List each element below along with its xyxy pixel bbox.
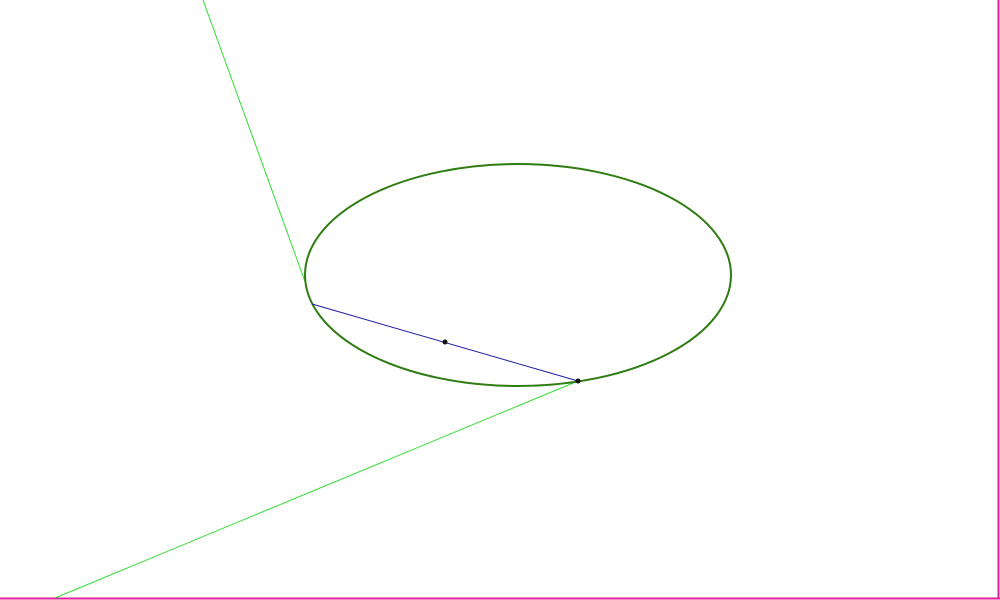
diagram-canvas xyxy=(0,0,1000,600)
chord-endpoint xyxy=(575,378,581,384)
geometry-figure xyxy=(0,0,1000,600)
chord-midpoint xyxy=(442,339,448,345)
background xyxy=(0,0,1000,600)
